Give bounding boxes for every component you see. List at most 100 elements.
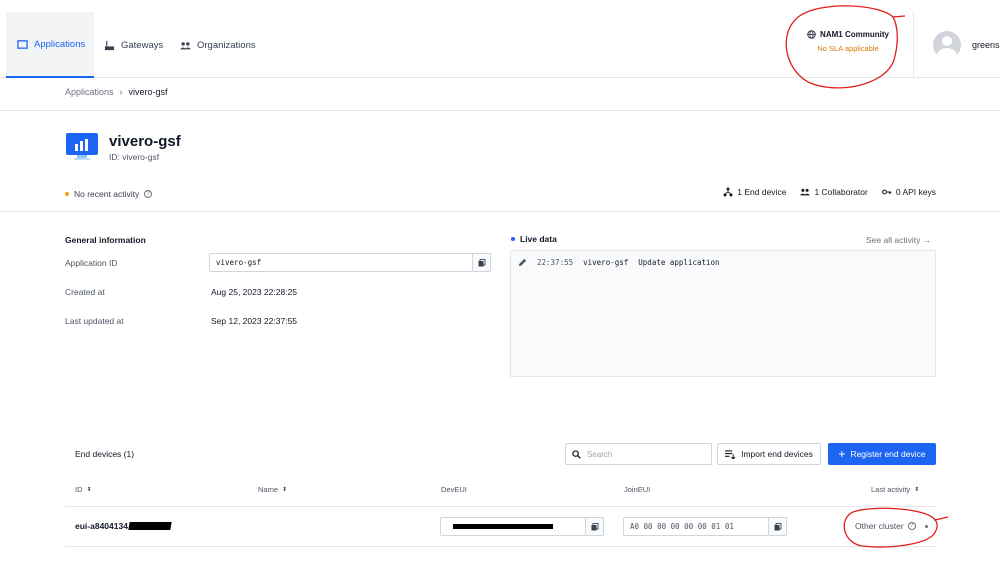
deveui-value[interactable] [441, 524, 585, 529]
breadcrumb-current: vivero-gsf [128, 87, 168, 97]
copy-icon [478, 258, 485, 266]
table-divider [65, 506, 936, 507]
column-label: Name [258, 485, 279, 494]
top-navigation: Applications Gateways Organizations NAM1… [0, 0, 1000, 78]
avatar[interactable] [933, 31, 961, 59]
created-at-value: Aug 25, 2023 22:28:25 [211, 287, 298, 297]
redaction-mark [453, 524, 553, 529]
last-updated-value: Sep 12, 2023 22:37:55 [211, 316, 298, 326]
collaborators-label: 1 Collaborator [814, 187, 868, 197]
nav-tab-label: Organizations [197, 39, 256, 51]
activity-text: No recent activity [74, 189, 140, 199]
end-devices-title: End devices (1) [75, 449, 135, 459]
nav-tab-gateways[interactable]: Gateways [104, 12, 163, 78]
column-label: Last activity [871, 485, 911, 494]
status-dot-icon [65, 192, 69, 196]
device-id: eui-a8404134 [75, 521, 128, 531]
collaborators-count[interactable]: 1 Collaborator [800, 187, 868, 197]
column-label: JoinEUI [624, 485, 651, 494]
sort-icon: ⬍ [86, 487, 92, 493]
application-stats: 1 End device 1 Collaborator 0 API keys [723, 187, 936, 197]
end-devices-label: 1 End device [737, 187, 787, 197]
activity-status: No recent activity ? [65, 189, 153, 199]
copy-button[interactable] [768, 518, 786, 535]
nav-tab-label: Applications [34, 38, 86, 50]
application-id-field: vivero-gsf [209, 253, 491, 272]
deveui-field [440, 517, 604, 536]
application-header: vivero-gsf ID: vivero-gsf No recent acti… [0, 110, 1000, 212]
column-label: ID [75, 485, 83, 494]
nav-tab-organizations[interactable]: Organizations [180, 12, 256, 78]
cluster-selector[interactable]: NAM1 Community No SLA applicable [788, 22, 908, 72]
nav-divider [913, 12, 914, 78]
sla-status: No SLA applicable [817, 44, 879, 53]
application-id-value[interactable]: vivero-gsf [210, 258, 472, 267]
application-logo-icon [66, 133, 98, 160]
column-header-deveui: DevEUI [441, 485, 467, 494]
import-end-devices-button[interactable]: Import end devices [717, 443, 821, 465]
live-data-title: Live data [511, 234, 557, 244]
help-icon[interactable]: ? [144, 190, 153, 198]
last-activity-status: Other cluster ? [855, 521, 928, 531]
organization-icon [180, 41, 191, 49]
api-keys-count[interactable]: 0 API keys [881, 187, 936, 197]
cluster-name: NAM1 Community [788, 30, 908, 39]
end-devices-count[interactable]: 1 End device [723, 187, 786, 197]
chevron-right-icon: › [119, 87, 123, 97]
column-header-name[interactable]: Name ⬍ [258, 485, 287, 494]
copy-icon [774, 522, 781, 530]
import-list-icon [725, 449, 736, 459]
copy-button[interactable] [472, 254, 490, 271]
last-activity-text: Other cluster [855, 521, 904, 531]
sort-icon: ⬍ [914, 487, 920, 493]
redaction-mark [128, 522, 172, 530]
table-row-id[interactable]: eui-a8404134 [75, 521, 172, 531]
general-information-title: General information [65, 235, 146, 245]
joineui-value[interactable]: A0 00 00 00 00 00 01 01 [624, 522, 768, 531]
search-box[interactable] [565, 443, 712, 465]
register-end-device-button[interactable]: + Register end device [828, 443, 936, 465]
cluster-name-text: NAM1 Community [820, 30, 889, 39]
copy-button[interactable] [585, 518, 603, 535]
search-icon [572, 449, 581, 459]
nav-tab-label: Gateways [121, 39, 164, 51]
sort-icon: ⬍ [282, 487, 288, 493]
table-divider [65, 546, 936, 547]
api-keys-label: 0 API keys [895, 187, 936, 197]
copy-icon [591, 522, 598, 530]
column-label: DevEUI [441, 485, 467, 494]
status-dot-icon [924, 524, 928, 528]
live-data-label: Live data [520, 234, 557, 244]
nav-tab-applications[interactable]: Applications [6, 12, 94, 78]
event-message: Update application [638, 258, 720, 267]
collaborators-icon [800, 188, 811, 196]
breadcrumb: Applications › vivero-gsf [65, 87, 168, 97]
last-updated-label: Last updated at [65, 316, 124, 326]
plus-icon: + [838, 447, 846, 461]
gateway-icon [104, 40, 115, 50]
device-icon [723, 187, 733, 197]
column-header-joineui: JoinEUI [624, 485, 650, 494]
application-id-label: Application ID [65, 258, 118, 268]
live-data-panel[interactable]: 22:37:55 vivero-gsf Update application [510, 250, 936, 377]
column-header-last-activity[interactable]: Last activity ⬍ [871, 485, 919, 494]
event-time: 22:37:55 [537, 258, 574, 267]
pencil-icon [518, 258, 527, 267]
joineui-field: A0 00 00 00 00 00 01 01 [623, 517, 787, 536]
see-all-activity-link[interactable]: See all activity → [866, 235, 931, 245]
breadcrumb-applications[interactable]: Applications [65, 87, 114, 97]
application-icon [17, 39, 28, 49]
import-label: Import end devices [741, 449, 813, 459]
application-id-subtitle: ID: vivero-gsf [109, 152, 160, 162]
column-header-id[interactable]: ID ⬍ [75, 485, 92, 494]
username[interactable]: greens [972, 40, 1000, 50]
event-application: vivero-gsf [583, 258, 629, 267]
help-icon[interactable]: ? [907, 522, 916, 530]
search-input[interactable] [587, 449, 697, 459]
register-label: Register end device [850, 449, 926, 459]
created-at-label: Created at [65, 287, 105, 297]
globe-icon [807, 30, 816, 39]
live-dot-icon [511, 237, 515, 241]
key-icon [881, 189, 892, 195]
live-event-row[interactable]: 22:37:55 vivero-gsf Update application [518, 258, 720, 267]
